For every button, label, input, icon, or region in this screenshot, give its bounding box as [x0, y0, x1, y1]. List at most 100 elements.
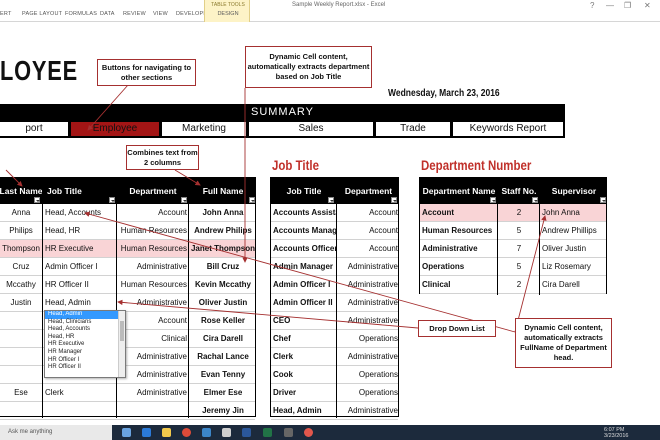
table-row[interactable]: Accounts ManagerAccount	[271, 222, 398, 240]
full-name-cell[interactable]: Rose Keller	[189, 312, 257, 330]
nav-employee-button[interactable]: Employee	[71, 122, 159, 136]
store-icon[interactable]	[202, 428, 211, 437]
table-row[interactable]: Administrative 7 Oliver Justin	[420, 240, 606, 258]
table-row[interactable]: Administrative Rachal Lance	[0, 348, 255, 366]
filter-dropdown-icon[interactable]	[328, 197, 334, 203]
last-name-cell[interactable]: Anna	[0, 204, 43, 222]
job-title-cell[interactable]: HR Officer II	[43, 276, 117, 294]
supervisor-cell[interactable]: Liz Rosemary	[540, 258, 608, 276]
close-icon[interactable]: ✕	[644, 1, 651, 10]
job-title-cell[interactable]: Accounts Officer	[271, 240, 337, 258]
table-row[interactable]: Anna Head, Accounts Account John Anna	[0, 204, 255, 222]
dropdown-option[interactable]: HR Manager	[45, 349, 125, 357]
table-row[interactable]: Admin Manager Administrative	[271, 258, 398, 276]
department-cell[interactable]: Administrative	[337, 258, 400, 276]
job-title-cell[interactable]: Cook	[271, 366, 337, 384]
table-row[interactable]: Accounts AssistantAccount	[271, 204, 398, 222]
nav-report-button[interactable]: port	[0, 122, 68, 136]
full-name-cell[interactable]: Andrew Philips	[189, 222, 257, 240]
department-cell[interactable]: Account	[337, 204, 400, 222]
last-name-cell[interactable]: Thompson	[0, 240, 43, 258]
job-title-cell[interactable]: Chef	[271, 330, 337, 348]
table-row[interactable]: Administrative Evan Tenny	[0, 366, 255, 384]
help-icon[interactable]: ?	[590, 1, 594, 10]
department-cell[interactable]: Administrative	[337, 276, 400, 294]
department-cell[interactable]: Administrative	[117, 348, 189, 366]
dropdown-option[interactable]: HR Officer II	[45, 364, 125, 372]
department-name-cell[interactable]: Human Resources	[420, 222, 498, 240]
full-name-cell[interactable]: John Anna	[189, 204, 257, 222]
job-title-cell[interactable]: CEO	[271, 312, 337, 330]
supervisor-cell[interactable]: Oliver Justin	[540, 240, 608, 258]
restore-icon[interactable]: ❐	[624, 1, 631, 10]
nav-marketing-button[interactable]: Marketing	[162, 122, 246, 136]
dropdown-option[interactable]: Head, Admin	[45, 311, 125, 319]
table-row[interactable]: Philips Head, HR Human Resources Andrew Phi…	[0, 222, 255, 240]
table-row[interactable]: Thompson HR Executive Human Resources Janet…	[0, 240, 255, 258]
tab-view[interactable]: VIEW	[153, 11, 168, 17]
department-cell[interactable]: Account	[117, 204, 189, 222]
dropdown-scrollbar[interactable]	[118, 311, 125, 377]
filter-dropdown-icon[interactable]	[249, 197, 255, 203]
nav-trade-button[interactable]: Trade	[376, 122, 450, 136]
table-row[interactable]: Ese Clerk Administrative Elmer Ese	[0, 384, 255, 402]
job-title-cell[interactable]: Admin Officer I	[271, 276, 337, 294]
table-row[interactable]: CEO Administrative	[271, 312, 398, 330]
last-name-cell[interactable]: Mccathy	[0, 276, 43, 294]
minimize-icon[interactable]: —	[606, 1, 614, 10]
department-cell[interactable]: Human Resources	[117, 240, 189, 258]
supervisor-cell[interactable]: Andrew Phillips	[540, 222, 608, 240]
table-row[interactable]: Mccathy HR Officer II Human Resources Kevin…	[0, 276, 255, 294]
edge-icon[interactable]	[142, 428, 151, 437]
job-title-cell[interactable]: Accounts Manager	[271, 222, 337, 240]
last-name-cell[interactable]	[0, 366, 43, 384]
full-name-cell[interactable]: Oliver Justin	[189, 294, 257, 312]
tab-page-layout[interactable]: PAGE LAYOUT	[22, 11, 62, 17]
job-title-cell[interactable]: Admin Officer I	[43, 258, 117, 276]
dropdown-option[interactable]: Head, HR	[45, 334, 125, 342]
last-name-cell[interactable]	[0, 348, 43, 366]
nav-keywords-report-button[interactable]: Keywords Report	[453, 122, 563, 136]
staff-no-cell[interactable]: 2	[498, 276, 540, 294]
department-cell[interactable]	[117, 402, 189, 420]
full-name-cell[interactable]: Rachal Lance	[189, 348, 257, 366]
chrome-icon[interactable]	[182, 428, 191, 437]
department-cell[interactable]: Administrative	[117, 384, 189, 402]
full-name-cell[interactable]: Kevin Mccathy	[189, 276, 257, 294]
department-name-cell[interactable]: Administrative	[420, 240, 498, 258]
last-name-cell[interactable]	[0, 312, 43, 330]
last-name-cell[interactable]: Cruz	[0, 258, 43, 276]
department-cell[interactable]: Account	[117, 312, 189, 330]
full-name-cell[interactable]: Cira Darell	[189, 330, 257, 348]
department-cell[interactable]: Operations	[337, 330, 400, 348]
tab-design[interactable]: DESIGN	[205, 11, 251, 17]
staff-no-cell[interactable]: 2	[498, 204, 540, 222]
job-title-cell[interactable]: Head, Accounts	[43, 204, 117, 222]
department-cell[interactable]: Operations	[337, 366, 400, 384]
full-name-cell[interactable]: Elmer Ese	[189, 384, 257, 402]
department-cell[interactable]: Administrative	[337, 348, 400, 366]
department-cell[interactable]: Account	[337, 240, 400, 258]
table-row[interactable]: Clerk Administrative	[271, 348, 398, 366]
job-title-cell[interactable]: Head, Admin	[271, 402, 337, 420]
full-name-cell[interactable]: Evan Tenny	[189, 366, 257, 384]
department-name-cell[interactable]: Operations	[420, 258, 498, 276]
file-explorer-icon[interactable]	[162, 428, 171, 437]
tab-review[interactable]: REVIEW	[123, 11, 146, 17]
full-name-cell[interactable]: Janet Thompson	[189, 240, 257, 258]
table-row[interactable]: Account Rose Keller	[0, 312, 255, 330]
full-name-cell[interactable]: Jeremy Jin	[189, 402, 257, 420]
table-row[interactable]: Jeremy Jin	[0, 402, 255, 420]
dropdown-option[interactable]: Head, Clinicians	[45, 319, 125, 327]
job-title-cell[interactable]: Admin Officer II	[271, 294, 337, 312]
app-icon[interactable]	[304, 428, 313, 437]
last-name-cell[interactable]	[0, 402, 43, 420]
tab-data[interactable]: DATA	[100, 11, 115, 17]
staff-no-cell[interactable]: 5	[498, 258, 540, 276]
calculator-icon[interactable]	[222, 428, 231, 437]
dropdown-option[interactable]: HR Executive	[45, 341, 125, 349]
department-cell[interactable]: Account	[337, 222, 400, 240]
last-name-cell[interactable]: Ese	[0, 384, 43, 402]
table-row[interactable]: Cruz Admin Officer I Administrative Bill Cr…	[0, 258, 255, 276]
department-name-cell[interactable]: Clinical	[420, 276, 498, 294]
